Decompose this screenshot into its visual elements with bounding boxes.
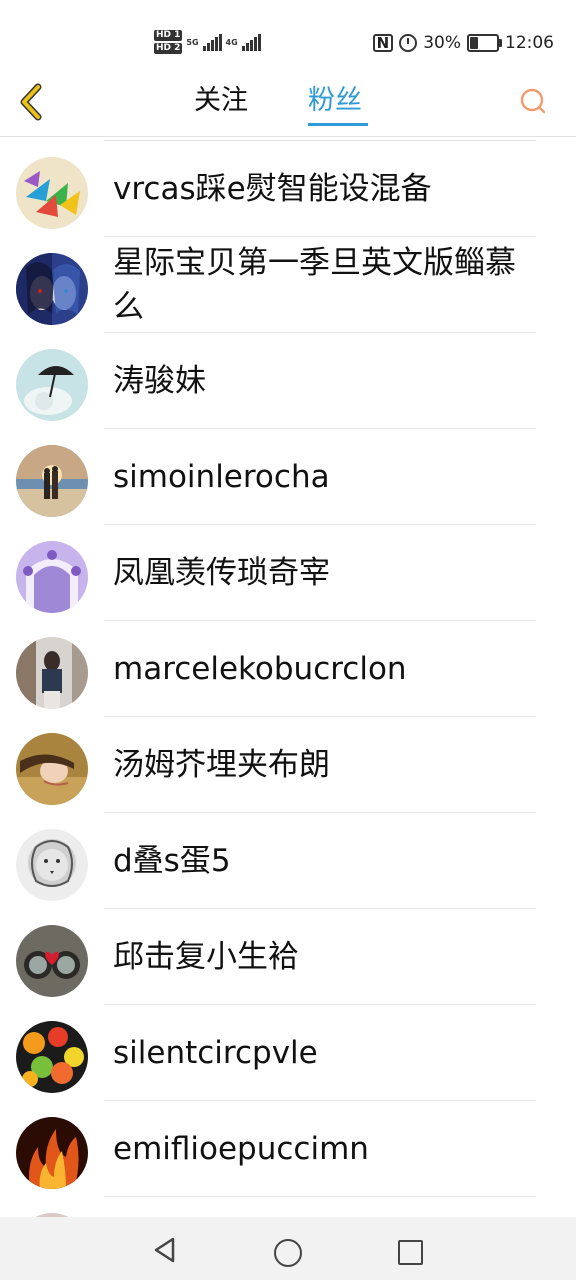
nav-back-icon[interactable] xyxy=(150,1235,180,1265)
fan-name: 凤凰羡传琐奇宰 xyxy=(113,555,330,591)
system-nav-bar xyxy=(0,1217,576,1280)
fan-list-item[interactable]: 凤凰羡传琐奇宰 xyxy=(0,525,576,621)
fan-list-item[interactable]: 星际宝贝第一季旦英文版鲻慕么 xyxy=(0,237,576,333)
clock: 12:06 xyxy=(505,33,554,53)
fan-name: 邱击复小生袷 xyxy=(113,939,299,975)
fan-name: vrcas踩e熨智能设混备 xyxy=(113,171,432,207)
fan-name: 星际宝贝第一季旦英文版鲻慕么 xyxy=(113,245,516,325)
alarm-icon xyxy=(399,34,418,52)
battery-percent: 30% xyxy=(423,33,461,53)
fan-list-item[interactable]: 汤姆芥埋夹布朗 xyxy=(0,717,576,813)
signal-bars-icon xyxy=(241,33,261,51)
top-bar: 关注 粉丝 xyxy=(0,68,576,137)
fans-list: vrcas踩e熨智能设混备星际宝贝第一季旦英文版鲻慕么涛骏妹 simoinlero… xyxy=(0,136,576,1217)
fan-list-item[interactable]: 邱击复小生袷 xyxy=(0,909,576,1005)
search-icon xyxy=(520,88,546,114)
avatar[interactable] xyxy=(16,733,88,805)
signal-indicators: HD 1 HD 2 5G 4G xyxy=(154,26,261,58)
fan-list-item-partial[interactable] xyxy=(0,1197,576,1217)
fan-list-item[interactable]: simoinlerocha xyxy=(0,429,576,525)
fan-name: marcelekobucrclon xyxy=(113,651,407,687)
hd-badge-2: HD 2 xyxy=(154,43,183,54)
tab-fans[interactable]: 粉丝 xyxy=(308,84,362,118)
fan-name: emiflioepuccimn xyxy=(113,1131,369,1167)
network-type-5g: 5G xyxy=(186,37,199,47)
fan-name: simoinlerocha xyxy=(113,459,330,495)
fan-name: d叠s蛋5 xyxy=(113,843,231,879)
avatar[interactable] xyxy=(16,541,88,613)
avatar[interactable] xyxy=(16,1117,88,1189)
chevron-left-icon xyxy=(20,83,42,121)
avatar[interactable] xyxy=(16,1021,88,1093)
fan-list-item[interactable]: vrcas踩e熨智能设混备 xyxy=(0,141,576,237)
tab-following[interactable]: 关注 xyxy=(194,84,248,118)
hd-badge-1: HD 1 xyxy=(154,30,183,41)
active-tab-indicator xyxy=(308,123,368,126)
nav-home-icon[interactable] xyxy=(274,1239,302,1267)
fan-list-item[interactable]: d叠s蛋5 xyxy=(0,813,576,909)
avatar[interactable] xyxy=(16,925,88,997)
avatar[interactable] xyxy=(16,445,88,517)
avatar[interactable] xyxy=(16,253,88,325)
avatar[interactable] xyxy=(16,349,88,421)
fan-list-item[interactable]: emiflioepuccimn xyxy=(0,1101,576,1197)
fan-list-item[interactable]: 涛骏妹 xyxy=(0,333,576,429)
search-button[interactable] xyxy=(520,88,546,114)
avatar[interactable] xyxy=(16,637,88,709)
back-button[interactable] xyxy=(14,82,54,122)
avatar[interactable] xyxy=(16,157,88,229)
status-right: N 30% 12:06 xyxy=(372,30,554,56)
fan-name: 汤姆芥埋夹布朗 xyxy=(113,747,330,783)
fan-name: 涛骏妹 xyxy=(113,363,206,399)
fan-list-item[interactable]: silentcircpvle xyxy=(0,1005,576,1101)
avatar[interactable] xyxy=(16,829,88,901)
fan-name: silentcircpvle xyxy=(113,1035,318,1071)
battery-icon xyxy=(467,34,502,52)
fan-list-item[interactable]: marcelekobucrclon xyxy=(0,621,576,717)
nfc-icon: N xyxy=(372,34,394,52)
nav-recents-icon[interactable] xyxy=(398,1240,423,1265)
network-type-4g: 4G xyxy=(225,37,238,47)
signal-bars-icon xyxy=(202,33,222,51)
